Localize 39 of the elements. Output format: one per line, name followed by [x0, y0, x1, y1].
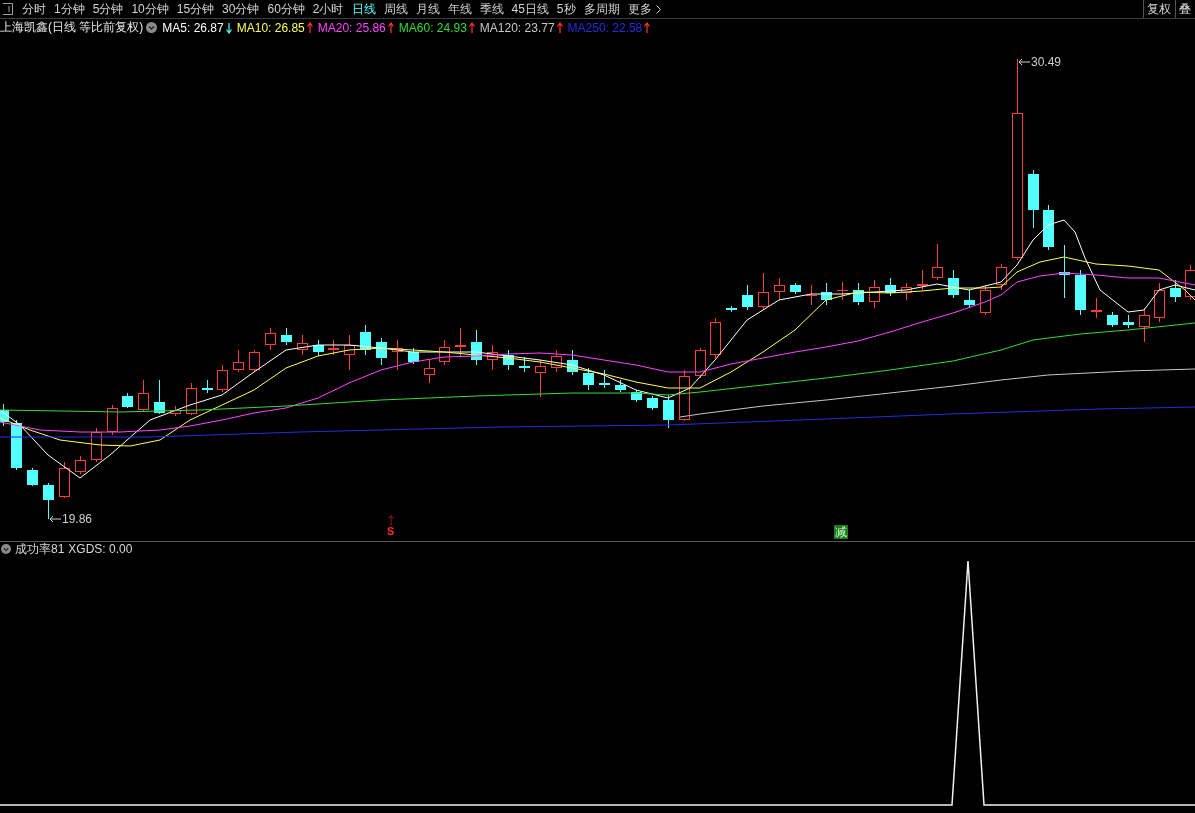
indicator-reading: XGDS: 0.00	[68, 542, 133, 556]
dropdown-circle-icon[interactable]	[146, 22, 158, 33]
period-tab[interactable]: 15分钟	[176, 1, 215, 17]
signal-label: S	[387, 525, 395, 537]
period-tab[interactable]: 30分钟	[222, 1, 260, 17]
period-tab[interactable]: 分时	[22, 1, 46, 17]
left-arrow-icon	[49, 515, 61, 523]
period-tab[interactable]: 2小时	[312, 1, 344, 17]
moving-average-value: MA120: 23.77	[479, 20, 555, 35]
stock-title: 上海凯鑫(日线 等比前复权)	[0, 19, 144, 36]
period-tab[interactable]: 5秒	[556, 1, 576, 17]
left-arrow-icon	[1018, 58, 1030, 66]
period-tab[interactable]: 周线	[383, 1, 408, 17]
chevron-right-icon	[655, 4, 661, 14]
period-tab[interactable]: 年线	[447, 1, 472, 17]
period-tab[interactable]: 季线	[479, 1, 504, 17]
period-tab[interactable]: 月线	[415, 1, 440, 17]
period-tab[interactable]: 10分钟	[131, 1, 169, 17]
signal-badge: 减	[834, 525, 848, 539]
period-tab[interactable]: 日线	[351, 1, 376, 17]
moving-average-value: MA250: 22.58	[567, 20, 643, 35]
more-menu-button[interactable]: 更多	[627, 1, 661, 17]
period-tab[interactable]: 1分钟	[54, 1, 85, 17]
moving-average-value: MA5: 26.87	[162, 20, 224, 35]
low-price-label: 19.86	[62, 512, 93, 526]
moving-average-value: MA20: 25.86	[317, 20, 386, 35]
indicator-title: 成功率81	[15, 540, 65, 558]
bracket-icon[interactable]	[2, 2, 14, 16]
high-price-label: 30.49	[1031, 55, 1062, 69]
period-tab[interactable]: 60分钟	[267, 1, 305, 17]
moving-average-value: MA60: 24.93	[398, 20, 467, 35]
period-tab[interactable]: 多周期	[583, 1, 620, 17]
toolbar-button[interactable]: 复权	[1143, 0, 1175, 18]
period-tab[interactable]: 5分钟	[92, 1, 124, 17]
period-tab[interactable]: 45日线	[511, 1, 549, 17]
dropdown-circle-icon[interactable]	[1, 544, 11, 554]
arrow-up-icon	[387, 515, 394, 525]
toolbar-button[interactable]: 叠	[1175, 0, 1195, 18]
moving-average-value: MA10: 26.85	[236, 20, 305, 35]
